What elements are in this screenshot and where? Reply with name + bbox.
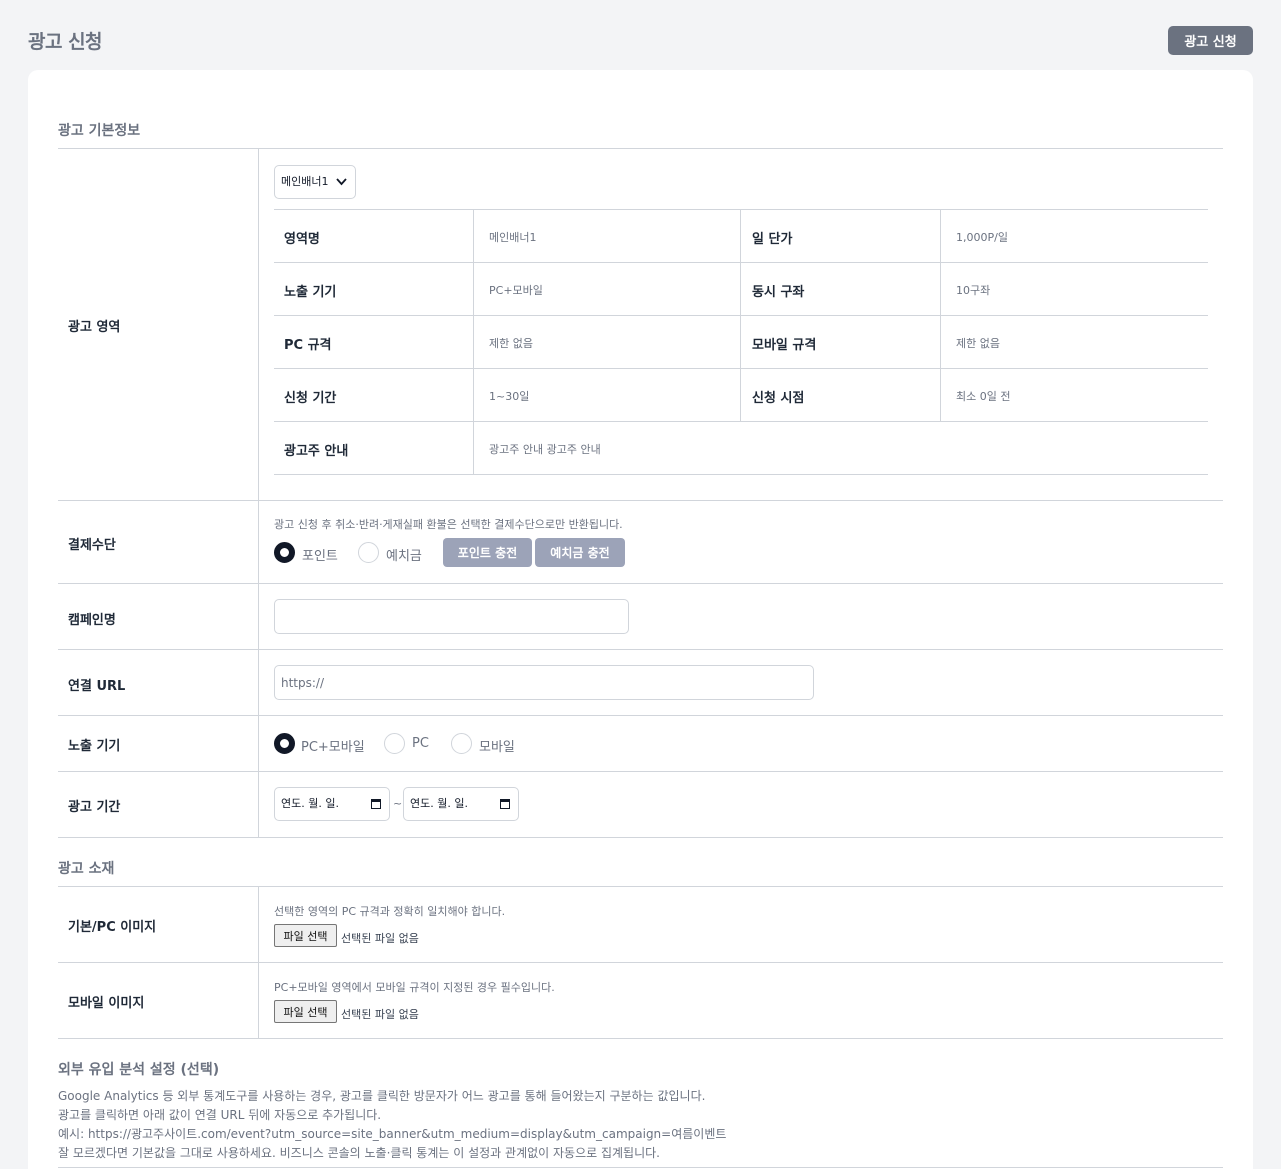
info-key-device: 노출 기기	[284, 285, 337, 300]
ad-area-selected: 메인배너1	[281, 175, 329, 188]
campaign-label: 캠페인명	[68, 613, 116, 628]
divider	[258, 963, 259, 1038]
divider	[58, 962, 1223, 963]
divider	[58, 1038, 1223, 1039]
pc-image-label: 기본/PC 이미지	[68, 920, 157, 935]
info-key-pc-spec: PC 규격	[284, 338, 332, 353]
link-url-input[interactable]	[274, 665, 814, 700]
divider	[58, 837, 1223, 838]
section-title-material: 광고 소재	[58, 861, 115, 877]
divider	[274, 315, 1208, 316]
start-date-text: 연도. 월. 일.	[281, 797, 339, 810]
device-radio-pc[interactable]	[384, 733, 405, 754]
divider	[258, 584, 259, 649]
form-card	[28, 70, 1253, 1169]
section-title-basic: 광고 기본정보	[58, 123, 141, 139]
device-option-pc-mobile: PC+모바일	[301, 740, 365, 755]
external-desc-line: 예시: https://광고주사이트.com/event?utm_source=…	[58, 1127, 727, 1141]
divider	[258, 772, 259, 837]
end-date-input[interactable]: 연도. 월. 일.	[403, 787, 519, 821]
period-separator: ~	[393, 797, 403, 810]
info-key-timing: 신청 시점	[752, 391, 805, 406]
divider	[58, 715, 1223, 716]
divider	[473, 209, 474, 474]
info-key-period: 신청 기간	[284, 391, 337, 406]
device-option-mobile: 모바일	[479, 740, 515, 755]
divider	[940, 209, 941, 421]
info-value-period: 1~30일	[489, 390, 530, 403]
payment-radio-point[interactable]	[274, 542, 295, 563]
divider	[258, 716, 259, 771]
divider	[58, 1167, 1223, 1168]
info-value-pc-spec: 제한 없음	[489, 337, 533, 350]
payment-option-deposit: 예치금	[386, 549, 422, 564]
info-value-mobile-spec: 제한 없음	[956, 337, 1000, 350]
divider	[58, 771, 1223, 772]
info-key-area-name: 영역명	[284, 232, 320, 247]
info-value-daily-price: 1,000P/일	[956, 231, 1008, 244]
payment-note: 광고 신청 후 취소·반려·게재실패 환불은 선택한 결제수단으로만 반환됩니다…	[274, 518, 623, 531]
external-desc-line: 광고를 클릭하면 아래 값이 연결 URL 뒤에 자동으로 추가됩니다.	[58, 1108, 382, 1122]
info-value-timing: 최소 0일 전	[956, 390, 1011, 403]
info-key-slots: 동시 구좌	[752, 285, 805, 300]
calendar-icon[interactable]	[500, 799, 510, 809]
divider	[58, 886, 1223, 887]
divider	[58, 500, 1223, 501]
divider	[274, 421, 1208, 422]
mobile-image-file-status: 선택된 파일 없음	[341, 1008, 419, 1021]
info-value-area-name: 메인배너1	[489, 231, 537, 244]
divider	[274, 474, 1208, 475]
divider	[274, 368, 1208, 369]
url-label: 연결 URL	[68, 679, 126, 694]
campaign-name-input[interactable]	[274, 599, 629, 634]
divider	[258, 887, 259, 962]
start-date-input[interactable]: 연도. 월. 일.	[274, 787, 390, 821]
device-option-pc: PC	[412, 736, 429, 751]
info-value-guide: 광고주 안내 광고주 안내	[489, 443, 601, 456]
apply-ad-button[interactable]: 광고 신청	[1168, 26, 1253, 55]
divider	[58, 583, 1223, 584]
info-key-mobile-spec: 모바일 규격	[752, 338, 817, 353]
info-value-device: PC+모바일	[489, 284, 543, 297]
device-label: 노출 기기	[68, 739, 121, 754]
divider	[258, 501, 259, 583]
pc-image-note: 선택한 영역의 PC 규격과 정확히 일치해야 합니다.	[274, 905, 506, 918]
page-title: 광고 신청	[28, 31, 103, 53]
divider	[58, 649, 1223, 650]
info-value-slots: 10구좌	[956, 284, 991, 297]
divider	[58, 148, 1223, 149]
payment-label: 결제수단	[68, 538, 116, 553]
payment-option-point: 포인트	[302, 549, 338, 564]
divider	[274, 262, 1208, 263]
section-title-external: 외부 유입 분석 설정 (선택)	[58, 1062, 220, 1078]
mobile-image-file-button[interactable]: 파일 선택	[274, 1000, 337, 1023]
pc-image-file-status: 선택된 파일 없음	[341, 932, 419, 945]
mobile-image-note: PC+모바일 영역에서 모바일 규격이 지정된 경우 필수입니다.	[274, 981, 555, 994]
divider	[258, 650, 259, 715]
divider	[274, 209, 1208, 210]
calendar-icon[interactable]	[371, 799, 381, 809]
end-date-text: 연도. 월. 일.	[410, 797, 468, 810]
divider	[258, 149, 259, 500]
external-desc-line: 잘 모르겠다면 기본값을 그대로 사용하세요. 비즈니스 콘솔의 노출·클릭 통…	[58, 1146, 660, 1160]
mobile-image-label: 모바일 이미지	[68, 996, 145, 1011]
info-key-daily-price: 일 단가	[752, 232, 793, 247]
external-desc-line: Google Analytics 등 외부 통계도구를 사용하는 경우, 광고를…	[58, 1089, 706, 1103]
device-radio-mobile[interactable]	[451, 733, 472, 754]
pc-image-file-button[interactable]: 파일 선택	[274, 924, 337, 947]
charge-deposit-button[interactable]: 예치금 충전	[535, 538, 625, 567]
charge-point-button[interactable]: 포인트 충전	[443, 538, 532, 567]
info-key-guide: 광고주 안내	[284, 444, 349, 459]
chevron-down-icon	[336, 166, 347, 211]
period-label: 광고 기간	[68, 800, 121, 815]
ad-area-label: 광고 영역	[68, 320, 121, 335]
divider	[740, 209, 741, 421]
payment-radio-deposit[interactable]	[358, 542, 379, 563]
device-radio-pc-mobile[interactable]	[274, 733, 295, 754]
ad-area-select[interactable]: 메인배너1	[274, 165, 356, 199]
